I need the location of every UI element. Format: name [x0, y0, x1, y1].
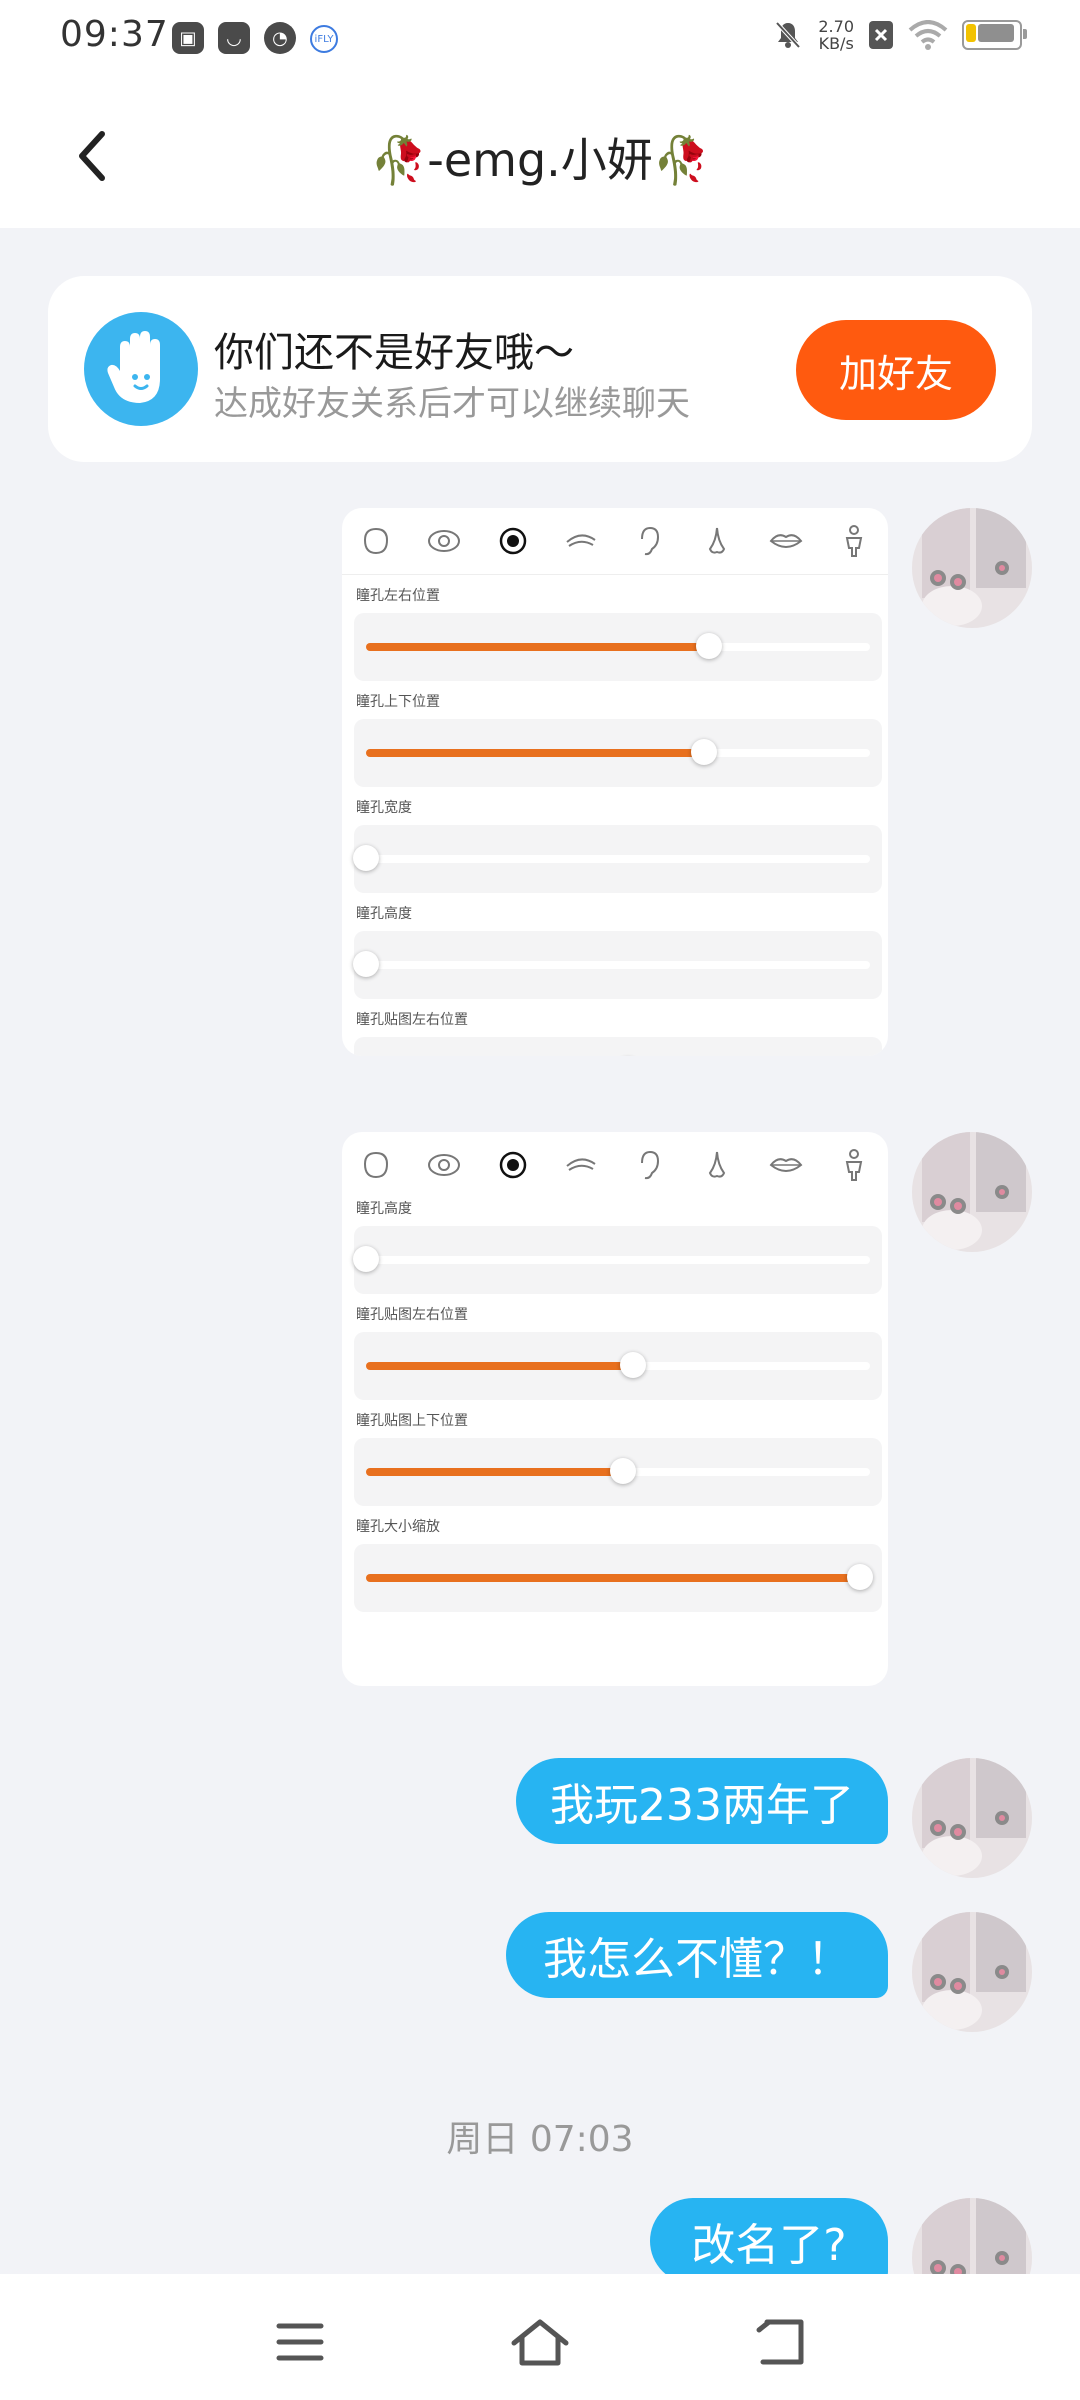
slider-row: 瞳孔上下位置: [342, 691, 888, 787]
pupil-icon: [496, 1148, 530, 1182]
eyebrow-icon: [564, 1148, 598, 1182]
slider-label: 瞳孔高度: [356, 1201, 412, 1217]
slider-fill: [366, 1574, 860, 1582]
mute-icon: [775, 21, 801, 49]
lips-icon: [769, 524, 803, 558]
slider-fill: [366, 749, 704, 757]
avatar[interactable]: [912, 1132, 1032, 1252]
avatar[interactable]: [912, 508, 1032, 628]
avatar[interactable]: [912, 1758, 1032, 1878]
body-icon: [837, 1148, 871, 1182]
eye-icon: [427, 524, 461, 558]
banner-subtitle: 达成好友关系后才可以继续聊天: [214, 384, 690, 424]
add-friend-banner: 你们还不是好友哦～ 达成好友关系后才可以继续聊天 加好友: [48, 276, 1032, 462]
text-message[interactable]: 改名了?: [650, 2198, 888, 2284]
message-timestamp: 周日 07:03: [446, 2119, 634, 2160]
wilted-rose-icon: 🥀: [369, 133, 428, 187]
add-friend-button[interactable]: 加好友: [796, 320, 996, 420]
nose-icon: [700, 524, 734, 558]
slider-row: 瞳孔贴图左右位置: [342, 1009, 888, 1056]
face-shape-icon: [359, 524, 393, 558]
slider-knob: [846, 1564, 873, 1590]
slider-row: 瞳孔宽度: [342, 797, 888, 893]
slider-fill: [366, 643, 709, 651]
slider-knob: [695, 633, 722, 659]
face-editor-toolbar: [342, 508, 888, 575]
system-nav-bar: [0, 2274, 1080, 2400]
slider-label: 瞳孔贴图左右位置: [356, 1012, 468, 1028]
slider-knob: [353, 951, 379, 977]
slider-knob: [353, 845, 379, 871]
status-app-icons: ▣ ◡ ◔ iFLY: [172, 22, 338, 54]
app-store-icon: ◡: [218, 22, 250, 54]
chat-title-text: -emg.小妍: [427, 133, 653, 187]
pupil-icon: [496, 524, 530, 558]
slider-row: 瞳孔贴图左右位置: [342, 1304, 888, 1400]
wilted-rose-icon: 🥀: [652, 133, 711, 187]
text-message[interactable]: 我玩233两年了: [516, 1758, 888, 1844]
slider-label: 瞳孔贴图上下位置: [356, 1413, 468, 1429]
notification-app-icon: ▣: [172, 22, 204, 54]
status-time: 09:37: [60, 14, 169, 55]
chat-title: 🥀-emg.小妍🥀: [0, 124, 1080, 190]
slider-row: 瞳孔高度: [342, 1198, 888, 1294]
slider-label: 瞳孔上下位置: [356, 694, 440, 710]
home-button[interactable]: [510, 2312, 570, 2372]
slider-row: 瞳孔大小缩放: [342, 1516, 888, 1612]
eye-icon: [427, 1148, 461, 1182]
banner-title: 你们还不是好友哦～: [214, 330, 574, 376]
hand-wave-icon: [84, 312, 198, 426]
slider-label: 瞳孔左右位置: [356, 588, 440, 604]
slider-knob: [690, 739, 717, 765]
text-message[interactable]: 我怎么不懂？！: [506, 1912, 888, 1998]
slider-label: 瞳孔宽度: [356, 800, 412, 816]
return-icon: [756, 2319, 804, 2365]
ear-icon: [632, 1148, 666, 1182]
slider-row: 瞳孔贴图上下位置: [342, 1410, 888, 1506]
wifi-icon: [908, 20, 948, 50]
lips-icon: [769, 1148, 803, 1182]
status-bar: 09:37 ▣ ◡ ◔ iFLY 2.70 KB/s: [0, 0, 1080, 82]
status-right: 2.70 KB/s: [772, 17, 1027, 53]
body-icon: [837, 524, 871, 558]
slider-knob: [353, 1246, 379, 1272]
slider-fill: [366, 1468, 624, 1476]
back-nav-button[interactable]: [750, 2312, 810, 2372]
chat-header: 🥀-emg.小妍🥀: [0, 82, 1080, 228]
menu-button[interactable]: [270, 2312, 330, 2372]
home-icon: [511, 2319, 569, 2366]
ifly-icon: iFLY: [310, 25, 338, 53]
slider-row: 瞳孔高度: [342, 903, 888, 999]
face-editor-toolbar: [342, 1132, 888, 1198]
menu-icon: [276, 2323, 324, 2361]
slider-row: 瞳孔左右位置: [342, 585, 888, 681]
sim-x-icon: [869, 21, 893, 49]
image-message[interactable]: 瞳孔高度 瞳孔贴图左右位置 瞳孔贴图上下位置 瞳孔大小缩放: [342, 1132, 888, 1686]
slider-knob: [610, 1458, 637, 1484]
network-speed: 2.70 KB/s: [818, 17, 854, 53]
eyebrow-icon: [564, 524, 598, 558]
avatar[interactable]: [912, 1912, 1032, 2032]
slider-knob: [620, 1352, 647, 1378]
slider-label: 瞳孔大小缩放: [356, 1519, 440, 1535]
image-message[interactable]: 瞳孔左右位置 瞳孔上下位置 瞳孔宽度 瞳孔高度 瞳孔贴图左右位置: [342, 508, 888, 1056]
face-shape-icon: [359, 1148, 393, 1182]
ear-icon: [632, 524, 666, 558]
speed-icon: ◔: [264, 22, 296, 54]
battery-icon: [962, 20, 1027, 50]
nose-icon: [700, 1148, 734, 1182]
chat-screen: 09:37 ▣ ◡ ◔ iFLY 2.70 KB/s 🥀-emg.小妍🥀 你们还…: [0, 0, 1080, 2400]
slider-label: 瞳孔贴图左右位置: [356, 1307, 468, 1323]
slider-fill: [366, 1362, 634, 1370]
slider-label: 瞳孔高度: [356, 906, 412, 922]
